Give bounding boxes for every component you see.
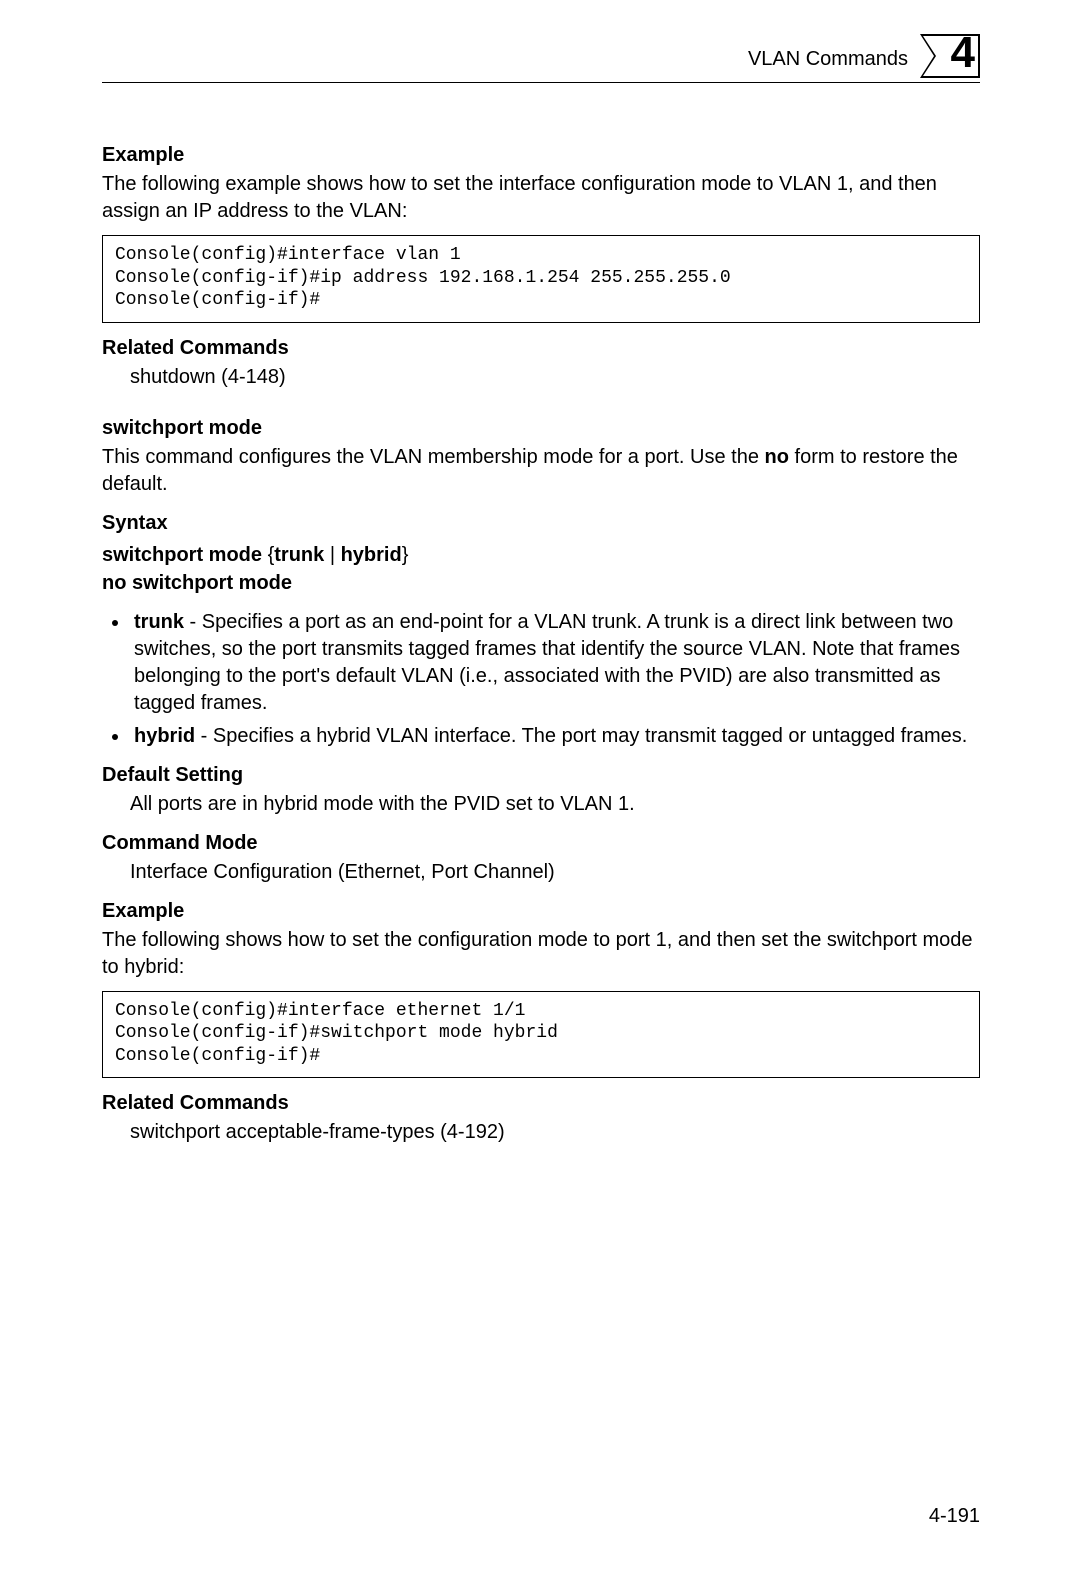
command-mode-heading: Command Mode (102, 832, 980, 855)
header-divider (102, 82, 980, 83)
header-section-title: VLAN Commands (748, 48, 908, 71)
example2-intro-text: The following shows how to set the confi… (102, 927, 980, 981)
syntax-bullet-list: trunk - Specifies a port as an end-point… (102, 609, 980, 750)
syntax-line2: no switchport mode (102, 572, 292, 594)
command-name-heading: switchport mode (102, 417, 980, 440)
related-commands2-heading: Related Commands (102, 1092, 980, 1115)
example2-code-block: Console(config)#interface ethernet 1/1 C… (102, 991, 980, 1079)
bullet-trunk-term: trunk (134, 611, 184, 633)
chapter-number: 4 (951, 28, 974, 78)
example-code-block: Console(config)#interface vlan 1 Console… (102, 235, 980, 323)
command-mode-text: Interface Configuration (Ethernet, Port … (130, 859, 980, 886)
syntax-line1-cmd: switchport mode (102, 544, 262, 566)
syntax-line1-opt1: trunk (274, 544, 324, 566)
command-desc-bold: no (765, 446, 789, 468)
related-command2-item: switchport acceptable-frame-types (4-192… (130, 1119, 980, 1146)
default-setting-text: All ports are in hybrid mode with the PV… (130, 791, 980, 818)
related-commands-heading: Related Commands (102, 337, 980, 360)
page-header: VLAN Commands 4 (102, 40, 980, 100)
command-description: This command configures the VLAN members… (102, 444, 980, 498)
command-desc-part-a: This command configures the VLAN members… (102, 446, 765, 468)
bullet-trunk: trunk - Specifies a port as an end-point… (130, 609, 980, 717)
syntax-lines: switchport mode {trunk | hybrid} no swit… (102, 541, 980, 597)
bullet-hybrid: hybrid - Specifies a hybrid VLAN interfa… (130, 723, 980, 750)
syntax-line1-brace-close: } (402, 544, 409, 566)
bullet-hybrid-desc: - Specifies a hybrid VLAN interface. The… (195, 725, 967, 747)
bullet-hybrid-term: hybrid (134, 725, 195, 747)
syntax-line1-brace-open: { (262, 544, 274, 566)
example-intro-text: The following example shows how to set t… (102, 171, 980, 225)
related-command-item: shutdown (4-148) (130, 364, 980, 391)
example2-heading: Example (102, 900, 980, 923)
syntax-line1-sep: | (324, 544, 340, 566)
syntax-line1-opt2: hybrid (341, 544, 402, 566)
syntax-heading: Syntax (102, 512, 980, 535)
default-setting-heading: Default Setting (102, 764, 980, 787)
page-number: 4-191 (929, 1505, 980, 1528)
chapter-tab-icon: 4 (920, 34, 980, 78)
bullet-trunk-desc: - Specifies a port as an end-point for a… (134, 611, 960, 714)
example-heading: Example (102, 144, 980, 167)
page-container: VLAN Commands 4 Example The following ex… (0, 0, 1080, 1570)
